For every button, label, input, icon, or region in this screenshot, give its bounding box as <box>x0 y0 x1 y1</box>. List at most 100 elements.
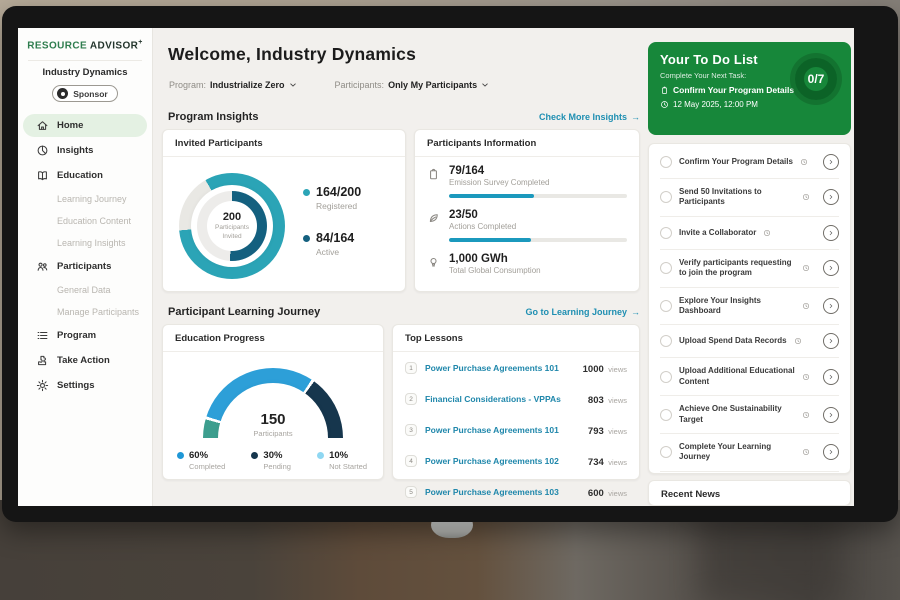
clock-icon <box>802 411 810 419</box>
sidebar-item-learning-journey[interactable]: Learning Journey <box>23 189 147 209</box>
clock-icon <box>802 448 810 456</box>
clock-icon <box>800 158 808 166</box>
sidebar-item-take-action[interactable]: Take Action <box>23 349 147 372</box>
lesson-link[interactable]: Financial Considerations - VPPAs <box>425 394 580 404</box>
program-dropdown[interactable]: Program: Industrialize Zero <box>169 80 297 90</box>
task-label: Upload Spend Data Records <box>679 336 787 346</box>
task-open-button[interactable] <box>823 444 839 460</box>
todo-task-row[interactable]: Upload Additional Educational Content <box>660 358 839 396</box>
sidebar-nav: Home Insights Education Learning Journey… <box>18 114 152 397</box>
task-checkbox[interactable] <box>660 227 672 239</box>
clock-icon <box>802 302 810 310</box>
todo-task-row[interactable]: Complete Your Learning Journey <box>660 434 839 472</box>
stat-value: 79/164 <box>449 165 627 177</box>
task-open-button[interactable] <box>823 260 839 276</box>
participants-icon <box>36 260 49 273</box>
participants-information-card: Participants Information 79/164 Emission… <box>414 129 640 292</box>
task-open-button[interactable] <box>823 369 839 385</box>
filters-row: Program: Industrialize Zero Participants… <box>169 80 489 90</box>
sidebar-item-education[interactable]: Education <box>23 164 147 187</box>
sidebar-item-general-data[interactable]: General Data <box>23 280 147 300</box>
todo-task-row[interactable]: Achieve One Sustainability Target <box>660 396 839 434</box>
legend-label: Active <box>316 247 361 257</box>
task-checkbox[interactable] <box>660 300 672 312</box>
task-open-button[interactable] <box>823 225 839 241</box>
sidebar-item-manage-participants[interactable]: Manage Participants <box>23 302 147 322</box>
legend-item: 10% Not Started <box>317 450 367 471</box>
progress-track <box>449 194 627 198</box>
todo-next-time-label: 12 May 2025, 12:00 PM <box>673 100 758 109</box>
legend-dot <box>177 452 184 459</box>
task-icon <box>660 86 669 95</box>
card-title: Education Progress <box>163 325 383 352</box>
todo-task-list-card: Confirm Your Program Details Send 50 Inv… <box>648 143 851 474</box>
go-to-learning-journey-link[interactable]: Go to Learning Journey → <box>525 307 640 317</box>
lesson-views: 734 <box>588 457 604 468</box>
sidebar-item-settings[interactable]: Settings <box>23 374 147 397</box>
task-label: Explore Your Insights Dashboard <box>679 296 795 317</box>
todo-task-row[interactable]: Upload Spend Data Records <box>660 325 839 358</box>
take-action-icon <box>36 354 49 367</box>
clock-icon <box>794 337 802 345</box>
lesson-row: 1 Power Purchase Agreements 101 1000 vie… <box>393 352 639 383</box>
logo-plus: + <box>138 39 143 46</box>
lesson-views: 1000 <box>583 364 604 375</box>
chevron-right-icon <box>827 264 835 272</box>
todo-task-row[interactable]: Verify participants requesting to join t… <box>660 250 839 288</box>
task-open-button[interactable] <box>823 333 839 349</box>
task-label: Invite a Collaborator <box>679 228 756 238</box>
task-open-button[interactable] <box>823 189 839 205</box>
task-label: Confirm Your Program Details <box>679 157 793 167</box>
task-checkbox[interactable] <box>660 335 672 347</box>
sidebar-item-education-content[interactable]: Education Content <box>23 211 147 231</box>
link-label: Check More Insights <box>539 112 627 122</box>
task-checkbox[interactable] <box>660 156 672 168</box>
top-lessons-card: Top Lessons 1 Power Purchase Agreements … <box>392 324 640 480</box>
lesson-views-suffix: views <box>608 396 627 405</box>
sidebar-item-insights[interactable]: Insights <box>23 139 147 162</box>
lesson-link[interactable]: Power Purchase Agreements 101 <box>425 363 575 373</box>
sidebar-item-label: Home <box>57 120 83 131</box>
todo-task-row[interactable]: Explore Your Insights Dashboard <box>660 288 839 326</box>
legend-value: 60% <box>189 450 208 461</box>
lesson-link[interactable]: Power Purchase Agreements 103 <box>425 487 580 497</box>
sidebar-item-program[interactable]: Program <box>23 324 147 347</box>
participants-label: Participants: <box>335 80 385 90</box>
task-checkbox[interactable] <box>660 446 672 458</box>
participants-value: Only My Participants <box>388 80 477 90</box>
sidebar-item-participants[interactable]: Participants <box>23 255 147 278</box>
task-open-button[interactable] <box>823 154 839 170</box>
home-icon <box>36 119 49 132</box>
program-label: Program: <box>169 80 206 90</box>
sponsor-badge-icon <box>57 88 68 99</box>
task-checkbox[interactable] <box>660 191 672 203</box>
progress-fill <box>449 238 531 242</box>
todo-task-row[interactable]: Send 50 Invitations to Participants <box>660 179 839 217</box>
legend-dot <box>303 235 310 242</box>
task-checkbox[interactable] <box>660 409 672 421</box>
lesson-link[interactable]: Power Purchase Agreements 102 <box>425 456 580 466</box>
org-name: Industry Dynamics <box>18 67 152 78</box>
recent-news-card: Recent News <box>648 480 851 506</box>
participants-dropdown[interactable]: Participants: Only My Participants <box>335 80 490 90</box>
stat-actions-completed: 23/50 Actions Completed <box>415 201 639 231</box>
learning-journey-header: Participant Learning Journey Go to Learn… <box>168 306 640 318</box>
check-more-insights-link[interactable]: Check More Insights → <box>539 112 640 122</box>
link-label: Go to Learning Journey <box>525 307 627 317</box>
sidebar-item-label: Program <box>57 330 96 341</box>
task-checkbox[interactable] <box>660 371 672 383</box>
sidebar-item-learning-insights[interactable]: Learning Insights <box>23 233 147 253</box>
education-icon <box>36 169 49 182</box>
legend-value: 10% <box>329 450 348 461</box>
todo-task-row[interactable]: Invite a Collaborator <box>660 217 839 250</box>
task-checkbox[interactable] <box>660 262 672 274</box>
todo-counter: 0/7 <box>808 72 825 86</box>
task-open-button[interactable] <box>823 407 839 423</box>
task-open-button[interactable] <box>823 298 839 314</box>
sidebar: RESOURCE ADVISOR+ Industry Dynamics Spon… <box>18 28 153 506</box>
insights-icon <box>36 144 49 157</box>
sidebar-item-home[interactable]: Home <box>23 114 147 137</box>
lesson-link[interactable]: Power Purchase Agreements 101 <box>425 425 580 435</box>
lesson-row: 3 Power Purchase Agreements 101 793 view… <box>393 414 639 445</box>
todo-task-row[interactable]: Confirm Your Program Details <box>660 146 839 179</box>
